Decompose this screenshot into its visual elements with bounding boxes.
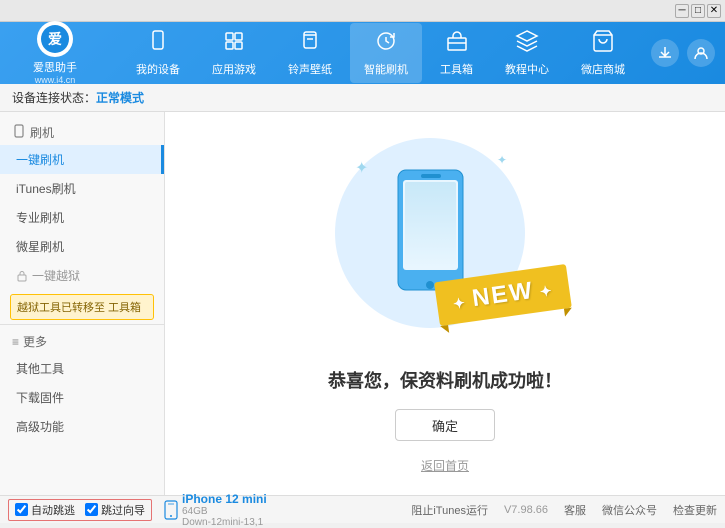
sparkle-tl: ✦ (355, 158, 368, 178)
sidebar-section-more: ≡ 更多 (0, 329, 164, 354)
main-content: ✦ ✦ (165, 112, 725, 495)
sidebar-item-other-tools[interactable]: 其他工具 (0, 354, 164, 383)
again-link[interactable]: 返回首页 (421, 457, 469, 474)
device-name[interactable]: iPhone 12 mini (182, 492, 267, 506)
itunes-status: 阻止iTunes运行 (411, 502, 488, 518)
confirm-button[interactable]: 确定 (395, 409, 495, 441)
sidebar-warning: 越狱工具已转移至 工具箱 (10, 294, 154, 320)
logo-line1: 爱思助手 (33, 59, 77, 75)
customer-service-link[interactable]: 客服 (564, 502, 586, 518)
nav-smart-flash-label: 智能刷机 (364, 61, 408, 77)
check-update-link[interactable]: 检查更新 (673, 502, 717, 518)
new-badge-prefix: ✦ (452, 293, 474, 312)
more-section-label: 更多 (23, 333, 47, 350)
sparkle-tr: ✦ (497, 153, 507, 167)
sidebar-item-download-firmware[interactable]: 下载固件 (0, 383, 164, 412)
nav-weidian[interactable]: 微店商城 (567, 23, 639, 83)
device-detail: Down-12mini-13,1 (182, 517, 267, 528)
logo-area: 爱 爱思助手 www.i4.cn (10, 21, 100, 85)
sidebar-section-flash: 刷机 (0, 120, 164, 145)
more-section-icon: ≡ (12, 335, 19, 349)
minimize-button[interactable]: ─ (675, 4, 689, 18)
new-badge-text: NEW (470, 277, 535, 312)
sidebar-item-itunes[interactable]: iTunes刷机 (0, 174, 164, 203)
svg-text:爱: 爱 (48, 31, 62, 47)
wechat-official-link[interactable]: 微信公众号 (602, 502, 657, 518)
download-button[interactable] (651, 39, 679, 67)
device-storage: 64GB (182, 506, 267, 517)
nav-ringtones[interactable]: 铃声壁纸 (274, 23, 346, 83)
nav-ringtones-label: 铃声壁纸 (288, 61, 332, 77)
flash-section-icon (12, 124, 26, 141)
sidebar-item-weixing[interactable]: 微星刷机 (0, 232, 164, 261)
bottom-right: 阻止iTunes运行 V7.98.66 客服 微信公众号 检查更新 (411, 502, 717, 518)
logo-line2: www.i4.cn (35, 75, 76, 85)
sidebar-divider (0, 324, 164, 325)
status-value: 正常模式 (96, 89, 144, 106)
close-button[interactable]: ✕ (707, 4, 721, 18)
auto-jump-checkbox[interactable] (15, 503, 28, 516)
device-icon (164, 500, 178, 520)
bottom-bar: 自动跳逃 跳过向导 iPhone 12 mini 64GB Down-12min… (0, 495, 725, 523)
apps-games-icon (222, 29, 246, 59)
weidian-icon (591, 29, 615, 59)
ringtones-icon (298, 29, 322, 59)
flash-section-label: 刷机 (30, 124, 54, 141)
main-layout: 刷机 一键刷机 iTunes刷机 专业刷机 微星刷机 一键越狱 越狱工具已转移至… (0, 112, 725, 495)
skip-wizard-checkbox[interactable] (85, 503, 98, 516)
sidebar-item-advanced[interactable]: 高级功能 (0, 412, 164, 441)
tutorial-icon (515, 29, 539, 59)
device-info: iPhone 12 mini 64GB Down-12mini-13,1 (182, 492, 267, 528)
skip-wizard-text: 跳过向导 (101, 502, 145, 518)
auto-jump-label[interactable]: 自动跳逃 (15, 502, 75, 518)
device-section: iPhone 12 mini 64GB Down-12mini-13,1 (164, 492, 267, 528)
my-device-icon (146, 29, 170, 59)
sidebar-item-jailbreak: 一键越狱 (0, 261, 164, 290)
logo-icon: 爱 (37, 21, 73, 57)
nav-my-device-label: 我的设备 (136, 61, 180, 77)
checkbox-area: 自动跳逃 跳过向导 (8, 499, 152, 521)
maximize-button[interactable]: □ (691, 4, 705, 18)
new-badge-suffix: ✦ (533, 282, 555, 301)
jailbreak-label: 一键越狱 (32, 267, 80, 284)
nav-tutorial[interactable]: 教程中心 (491, 23, 563, 83)
auto-jump-text: 自动跳逃 (31, 502, 75, 518)
nav-toolbox-label: 工具箱 (440, 61, 473, 77)
status-bar: 设备连接状态： 正常模式 (0, 84, 725, 112)
smart-flash-icon (374, 29, 398, 59)
success-illustration: ✦ ✦ (325, 133, 565, 474)
toolbox-icon (445, 29, 469, 59)
nav-tutorial-label: 教程中心 (505, 61, 549, 77)
nav-apps-games-label: 应用游戏 (212, 61, 256, 77)
nav-weidian-label: 微店商城 (581, 61, 625, 77)
nav-bar: 我的设备 应用游戏 铃声壁纸 智能刷机 工具箱 (110, 23, 651, 83)
header-right (651, 39, 715, 67)
sidebar: 刷机 一键刷机 iTunes刷机 专业刷机 微星刷机 一键越狱 越狱工具已转移至… (0, 112, 165, 495)
header: 爱 爱思助手 www.i4.cn 我的设备 应用游戏 铃声壁纸 (0, 22, 725, 84)
user-button[interactable] (687, 39, 715, 67)
skip-wizard-label[interactable]: 跳过向导 (85, 502, 145, 518)
status-label: 设备连接状态： (12, 89, 96, 106)
nav-toolbox[interactable]: 工具箱 (426, 23, 487, 83)
phone-badge-area: ✦ ✦ (325, 133, 565, 343)
success-message: 恭喜您，保资料刷机成功啦！ (328, 367, 562, 393)
sidebar-item-yijian[interactable]: 一键刷机 (0, 145, 164, 174)
nav-apps-games[interactable]: 应用游戏 (198, 23, 270, 83)
version-text: V7.98.66 (504, 504, 548, 516)
title-bar: ─ □ ✕ (0, 0, 725, 22)
nav-my-device[interactable]: 我的设备 (122, 23, 194, 83)
sidebar-item-professional[interactable]: 专业刷机 (0, 203, 164, 232)
bottom-left: 自动跳逃 跳过向导 iPhone 12 mini 64GB Down-12min… (8, 492, 411, 528)
nav-smart-flash[interactable]: 智能刷机 (350, 23, 422, 83)
